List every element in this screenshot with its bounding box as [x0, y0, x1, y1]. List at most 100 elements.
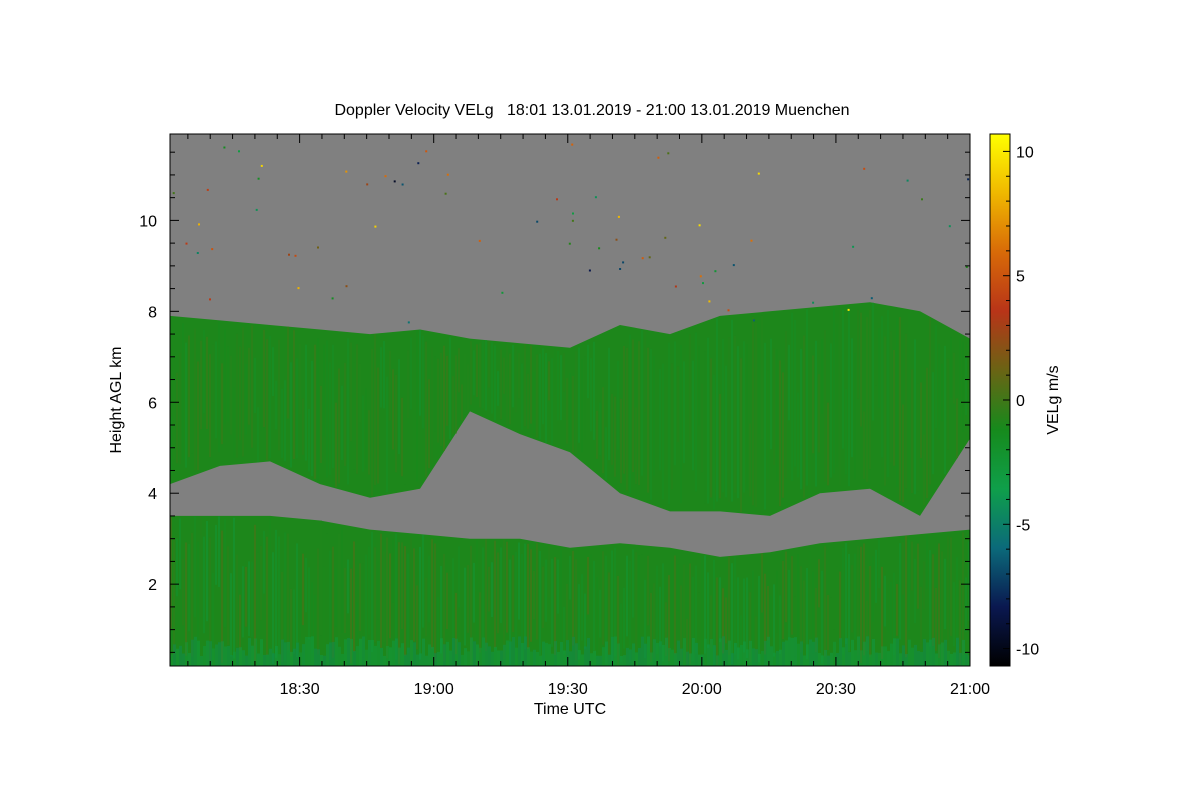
streak — [266, 654, 269, 666]
streak — [713, 374, 715, 510]
streak — [446, 355, 448, 426]
streak — [935, 653, 938, 666]
streak — [257, 407, 259, 463]
streak — [476, 344, 478, 397]
streak — [215, 524, 217, 585]
streak — [260, 639, 263, 666]
streak — [473, 350, 475, 396]
streak — [551, 358, 553, 445]
streak — [326, 340, 328, 478]
streak — [719, 638, 722, 666]
streak — [296, 642, 299, 666]
streak — [248, 347, 250, 425]
streak — [587, 556, 589, 615]
speckle — [588, 269, 591, 272]
streak — [581, 359, 583, 453]
streak — [923, 561, 925, 610]
streak — [374, 645, 377, 666]
streak — [824, 330, 826, 482]
streak — [569, 651, 572, 666]
streak — [944, 345, 946, 475]
streak — [479, 343, 481, 408]
streak — [251, 645, 254, 666]
streak — [332, 344, 334, 468]
streak — [248, 561, 250, 636]
streak — [323, 566, 325, 649]
streak — [407, 553, 409, 653]
streak — [584, 646, 587, 666]
streak — [794, 320, 796, 467]
speckle — [568, 242, 571, 245]
streak — [323, 344, 325, 437]
streak — [212, 648, 215, 666]
streak — [860, 650, 863, 666]
streak — [692, 360, 694, 471]
streak — [959, 580, 961, 666]
streak — [818, 653, 821, 666]
streak — [332, 642, 335, 666]
streak — [383, 655, 386, 666]
streak — [407, 647, 410, 666]
streak — [599, 589, 601, 638]
speckle — [698, 224, 701, 227]
streak — [665, 387, 667, 476]
streak — [320, 520, 322, 636]
speckle — [501, 291, 504, 294]
streak — [434, 356, 436, 432]
streak — [242, 566, 244, 638]
streak — [881, 316, 883, 458]
streak — [437, 651, 440, 666]
streak — [353, 362, 355, 470]
speckle — [198, 223, 200, 226]
streak — [488, 566, 490, 612]
streak — [596, 655, 599, 666]
streak — [614, 396, 616, 477]
streak — [596, 410, 598, 459]
streak — [512, 555, 514, 632]
streak — [620, 603, 622, 663]
streak — [353, 541, 355, 652]
streak — [266, 339, 268, 460]
streak — [206, 640, 209, 666]
streak — [296, 543, 298, 658]
streak — [698, 654, 701, 666]
streak — [200, 340, 202, 430]
streak — [743, 578, 745, 653]
streak — [686, 651, 689, 666]
streak — [794, 637, 797, 666]
streak — [335, 402, 337, 488]
streak — [236, 333, 238, 458]
streak — [380, 647, 383, 666]
streak — [293, 330, 295, 459]
streak — [326, 533, 328, 663]
streak — [215, 341, 217, 439]
streak — [428, 644, 431, 666]
streak — [398, 542, 400, 664]
speckle — [260, 164, 263, 167]
streak — [764, 342, 766, 510]
speckle — [317, 246, 319, 249]
speckle — [294, 254, 297, 257]
speckle — [594, 196, 597, 199]
streak — [467, 364, 469, 413]
streak — [731, 563, 733, 665]
streak — [875, 652, 878, 666]
streak — [731, 653, 734, 666]
colorbar-tick-label: 5 — [1016, 269, 1025, 286]
streak — [572, 550, 574, 646]
streak — [863, 543, 865, 656]
streak — [593, 650, 596, 666]
streak — [554, 557, 556, 655]
streak — [464, 353, 466, 415]
streak — [962, 341, 964, 432]
streak — [470, 637, 473, 666]
speckle — [757, 172, 760, 175]
streak — [566, 584, 568, 641]
streak — [467, 565, 469, 633]
streak — [188, 335, 190, 458]
streak — [824, 650, 827, 666]
streak — [335, 637, 338, 666]
streak — [269, 518, 271, 650]
streak — [509, 641, 512, 666]
streak — [356, 646, 359, 666]
